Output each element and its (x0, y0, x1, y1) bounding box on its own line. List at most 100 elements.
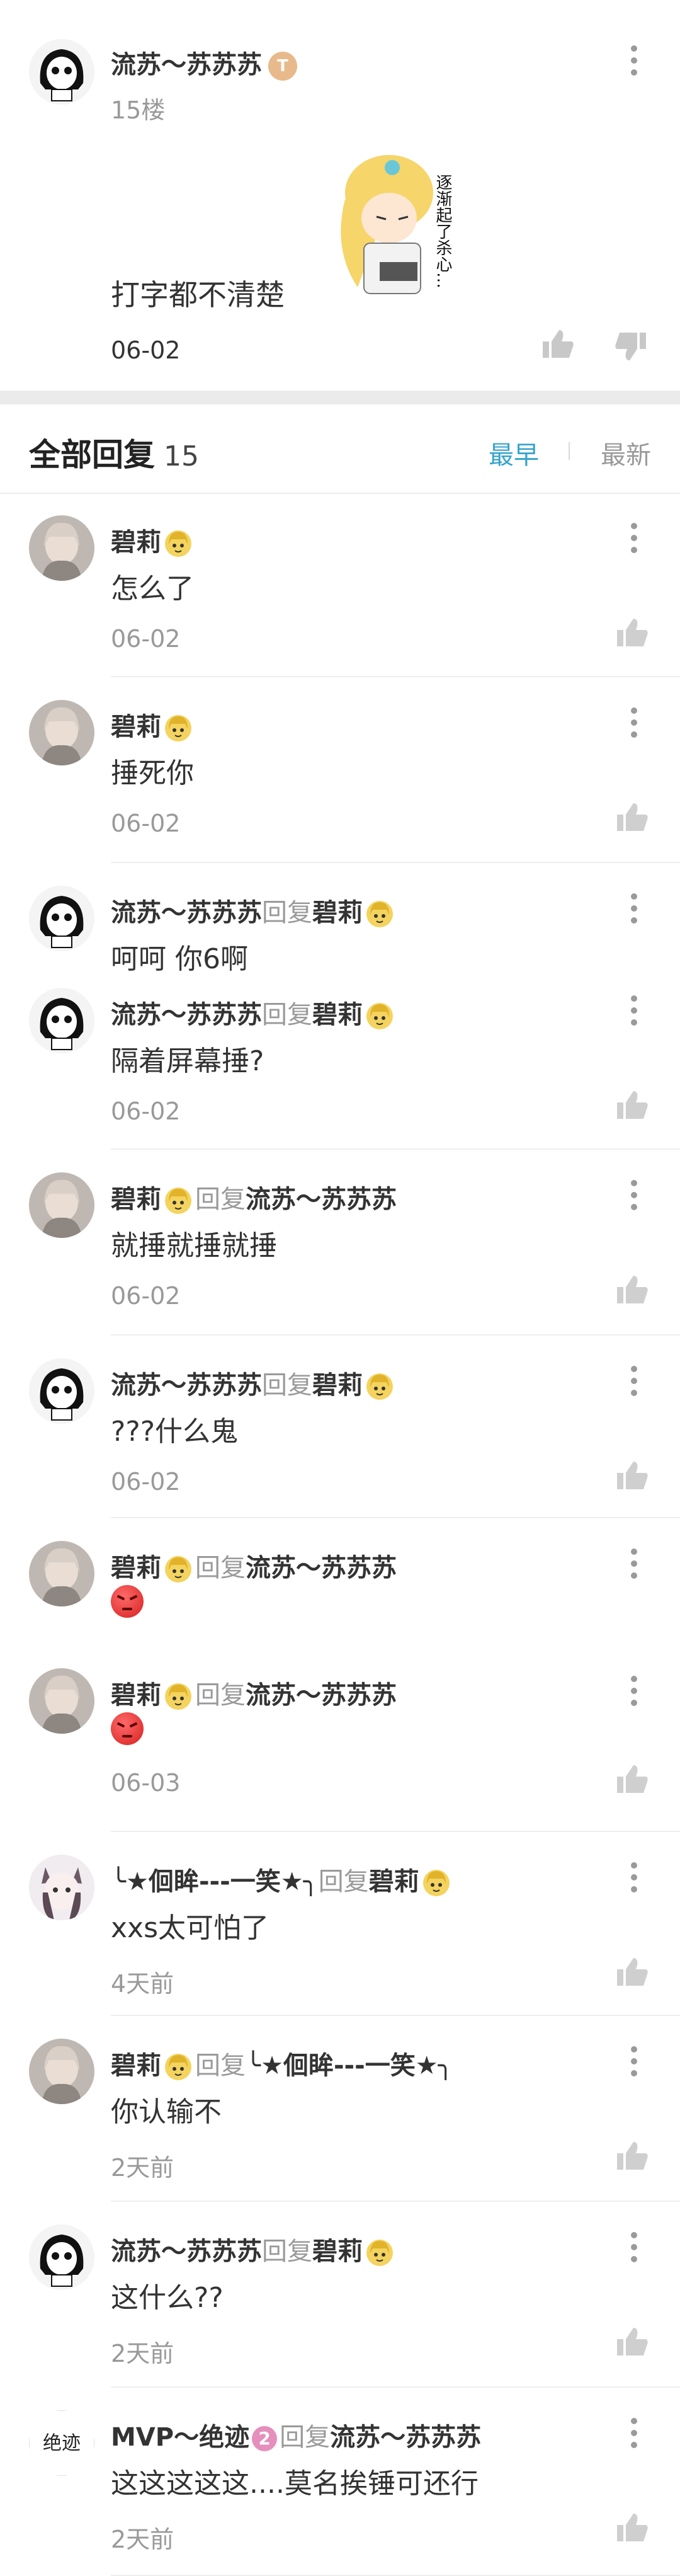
reply-row[interactable]: 碧莉 捶死你 06-02 (0, 677, 680, 863)
reply-date: 2天前 (111, 2340, 174, 2367)
reply-row[interactable]: 绝迹 MVP～绝迹 2 回复流苏～苏苏苏 这这这这这....莫名挨锤可还行 2天前 (0, 2388, 680, 2576)
user-badge-icon (366, 1373, 393, 1400)
reply-username[interactable]: 流苏～苏苏苏 (111, 898, 262, 927)
avatar[interactable] (29, 988, 94, 1053)
post-username[interactable]: 流苏～苏苏苏 (111, 50, 262, 79)
avatar[interactable] (29, 39, 94, 105)
more-options-icon[interactable] (630, 2046, 638, 2081)
reply-row[interactable]: 碧莉 回复流苏～苏苏苏 (0, 1518, 680, 1646)
reply-username[interactable]: 流苏～苏苏苏 (111, 1000, 262, 1029)
reply-username[interactable]: MVP～绝迹 (111, 2423, 249, 2452)
reply-username[interactable]: 碧莉 (111, 528, 161, 557)
thumb-up-icon[interactable] (616, 1274, 649, 1305)
thumb-up-icon[interactable] (616, 2327, 649, 2357)
reply-row[interactable]: 碧莉 回复流苏～苏苏苏 06-03 (0, 1646, 680, 1832)
reply-target-username[interactable]: 流苏～苏苏苏 (246, 1554, 397, 1583)
reply-row[interactable]: 碧莉 回复流苏～苏苏苏 就捶就捶就捶 06-02 (0, 1150, 680, 1336)
reply-header: 流苏～苏苏苏回复碧莉 (111, 1365, 397, 1401)
reply-date: 2天前 (111, 2154, 174, 2182)
reply-row[interactable]: 流苏～苏苏苏回复碧莉 ???什么鬼 06-02 (0, 1336, 680, 1518)
thread-page: 流苏～苏苏苏T 15楼 逐渐起了杀心… 打字都不清楚 06-02 全部回复1 (0, 0, 680, 2576)
reply-target-username[interactable]: 碧莉 (312, 1000, 363, 1029)
reply-target-username[interactable]: 碧莉 (312, 898, 363, 927)
more-options-icon[interactable] (630, 1862, 638, 1898)
more-options-icon[interactable] (630, 1548, 638, 1584)
thumb-up-icon[interactable] (616, 1957, 649, 1987)
avatar[interactable]: 绝迹 (29, 2410, 94, 2476)
user-level-badge: 2 (252, 2426, 278, 2451)
avatar-logo-text: 绝迹 (43, 2432, 81, 2454)
more-options-icon[interactable] (630, 1366, 638, 1401)
avatar[interactable] (29, 1358, 94, 1424)
thumb-up-icon[interactable] (616, 1764, 649, 1794)
reply-word: 回复 (195, 1681, 246, 1710)
reply-text: 你认输不 (111, 2096, 222, 2128)
reply-header: 碧莉 回复流苏～苏苏苏 (111, 1547, 397, 1584)
avatar[interactable] (29, 700, 94, 765)
reply-username[interactable]: 碧莉 (111, 2051, 161, 2080)
user-badge-icon (165, 715, 191, 741)
avatar[interactable] (29, 2039, 94, 2104)
avatar[interactable] (29, 1855, 94, 1920)
reply-date: 06-02 (111, 810, 181, 837)
thumb-up-icon[interactable] (616, 802, 649, 832)
user-badge-icon (366, 2240, 393, 2266)
reply-username[interactable]: ╰★佪眸---一笑★╮ (111, 1867, 319, 1896)
reply-header: 碧莉 (111, 522, 195, 558)
reply-target-username[interactable]: ╰★佪眸---一笑★╮ (246, 2051, 453, 2080)
user-badge-icon (422, 1870, 450, 1896)
reply-target-username[interactable]: 碧莉 (369, 1867, 419, 1896)
more-options-icon[interactable] (630, 707, 638, 743)
thumb-up-icon[interactable] (616, 1090, 649, 1120)
reply-target-username[interactable]: 流苏～苏苏苏 (246, 1185, 397, 1214)
more-options-icon[interactable] (630, 893, 638, 929)
reply-target-username[interactable]: 流苏～苏苏苏 (330, 2423, 481, 2452)
reply-date: 06-02 (111, 1468, 181, 1496)
reply-date: 06-03 (111, 1769, 181, 1797)
reply-target-username[interactable]: 流苏～苏苏苏 (246, 1681, 397, 1710)
reply-row[interactable]: 流苏～苏苏苏回复碧莉 呵呵 你6啊 (0, 863, 680, 975)
thumb-up-icon[interactable] (541, 329, 574, 359)
more-options-icon[interactable] (630, 2418, 638, 2453)
reply-username[interactable]: 碧莉 (111, 1681, 161, 1710)
level-badge: T (268, 52, 297, 81)
reply-row[interactable]: 流苏～苏苏苏回复碧莉 隔着屏幕捶? 06-02 (0, 965, 680, 1150)
section-separator (0, 391, 680, 404)
sort-latest-tab[interactable]: 最新 (601, 435, 651, 471)
reply-username[interactable]: 碧莉 (111, 1185, 161, 1214)
avatar[interactable] (29, 1172, 94, 1238)
avatar[interactable] (29, 886, 94, 951)
reply-row[interactable]: ╰★佪眸---一笑★╮回复碧莉 xxs太可怕了 4天前 (0, 1832, 680, 2016)
reply-target-username[interactable]: 碧莉 (312, 2237, 363, 2266)
avatar[interactable] (29, 1668, 94, 1734)
thumb-up-icon[interactable] (616, 2141, 649, 2171)
reply-row[interactable]: 碧莉 回复╰★佪眸---一笑★╮ 你认输不 2天前 (0, 2016, 680, 2202)
reply-header: 碧莉 回复╰★佪眸---一笑★╮ (111, 2045, 453, 2081)
more-options-icon[interactable] (630, 995, 638, 1031)
reply-target-username[interactable]: 碧莉 (312, 1371, 363, 1400)
reply-username[interactable]: 流苏～苏苏苏 (111, 1371, 262, 1400)
avatar[interactable] (29, 515, 94, 581)
reply-row[interactable]: 流苏～苏苏苏回复碧莉 这什么?? 2天前 (0, 2202, 680, 2388)
reply-text: ???什么鬼 (111, 1416, 239, 1448)
sticker-caption: 逐渐起了杀心… (433, 174, 452, 289)
reply-username[interactable]: 碧莉 (111, 713, 161, 741)
reply-username[interactable]: 碧莉 (111, 1554, 161, 1583)
more-options-icon[interactable] (630, 1676, 638, 1711)
thumb-down-icon[interactable] (615, 331, 647, 362)
avatar[interactable] (29, 2224, 94, 2290)
reply-row[interactable]: 碧莉 怎么了 06-02 (0, 493, 680, 677)
reply-username[interactable]: 流苏～苏苏苏 (111, 2237, 262, 2266)
sort-earliest-tab[interactable]: 最早 (489, 435, 539, 471)
reply-word: 回复 (195, 1185, 246, 1214)
thumb-up-icon[interactable] (616, 1460, 649, 1491)
avatar[interactable] (29, 1541, 94, 1606)
thumb-up-icon[interactable] (616, 617, 649, 648)
more-options-icon[interactable] (630, 2232, 638, 2267)
thumb-up-icon[interactable] (616, 2512, 649, 2543)
more-options-icon[interactable] (630, 523, 638, 558)
reply-word: 回复 (280, 2423, 331, 2452)
more-options-icon[interactable] (630, 1180, 638, 1215)
reply-text: xxs太可怕了 (111, 1912, 269, 1944)
more-options-icon[interactable] (630, 45, 638, 81)
